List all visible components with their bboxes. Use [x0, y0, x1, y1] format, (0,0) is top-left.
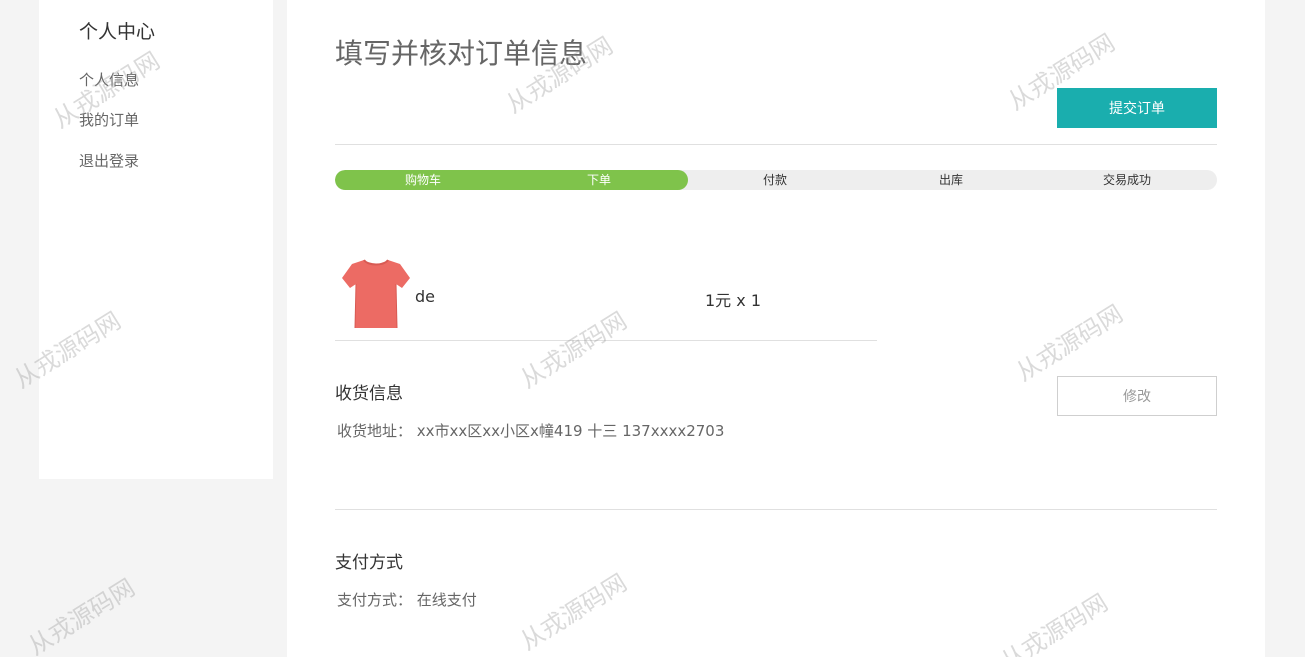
sidebar-item-profile[interactable]: 个人信息: [79, 69, 139, 90]
page-title: 填写并核对订单信息: [335, 37, 588, 70]
sidebar-item-orders[interactable]: 我的订单: [79, 109, 139, 130]
divider: [335, 340, 877, 341]
sidebar: 个人中心 个人信息 我的订单 退出登录: [39, 0, 273, 479]
progress-step-complete: 交易成功: [1102, 173, 1151, 187]
sidebar-item-logout[interactable]: 退出登录: [79, 150, 139, 171]
shipping-address: 收货地址： xx市xx区xx小区x幢419 十三 137xxxx2703: [337, 422, 725, 440]
product-price-qty: 1元 x 1: [705, 291, 762, 310]
product-name: de: [415, 287, 435, 306]
progress-step-cart: 购物车: [404, 173, 441, 187]
tshirt-icon: [342, 259, 410, 329]
edit-address-button[interactable]: 修改: [1057, 376, 1217, 416]
order-progress-bar: 购物车 下单 付款 出库 交易成功: [335, 170, 1217, 190]
watermark: 从戎源码网: [23, 573, 140, 657]
progress-step-pay: 付款: [762, 173, 787, 187]
divider: [335, 144, 1217, 145]
progress-step-ship: 出库: [938, 173, 963, 187]
payment-title: 支付方式: [335, 553, 403, 573]
progress-step-order: 下单: [586, 173, 611, 187]
divider: [335, 509, 1217, 510]
sidebar-title: 个人中心: [79, 21, 156, 43]
payment-method: 支付方式： 在线支付: [337, 591, 477, 609]
shipping-title: 收货信息: [335, 384, 403, 404]
submit-order-button[interactable]: 提交订单: [1057, 88, 1217, 128]
order-main-panel: 填写并核对订单信息 提交订单 购物车 下单 付款 出库 交易成功 de 1元 x…: [287, 0, 1265, 657]
